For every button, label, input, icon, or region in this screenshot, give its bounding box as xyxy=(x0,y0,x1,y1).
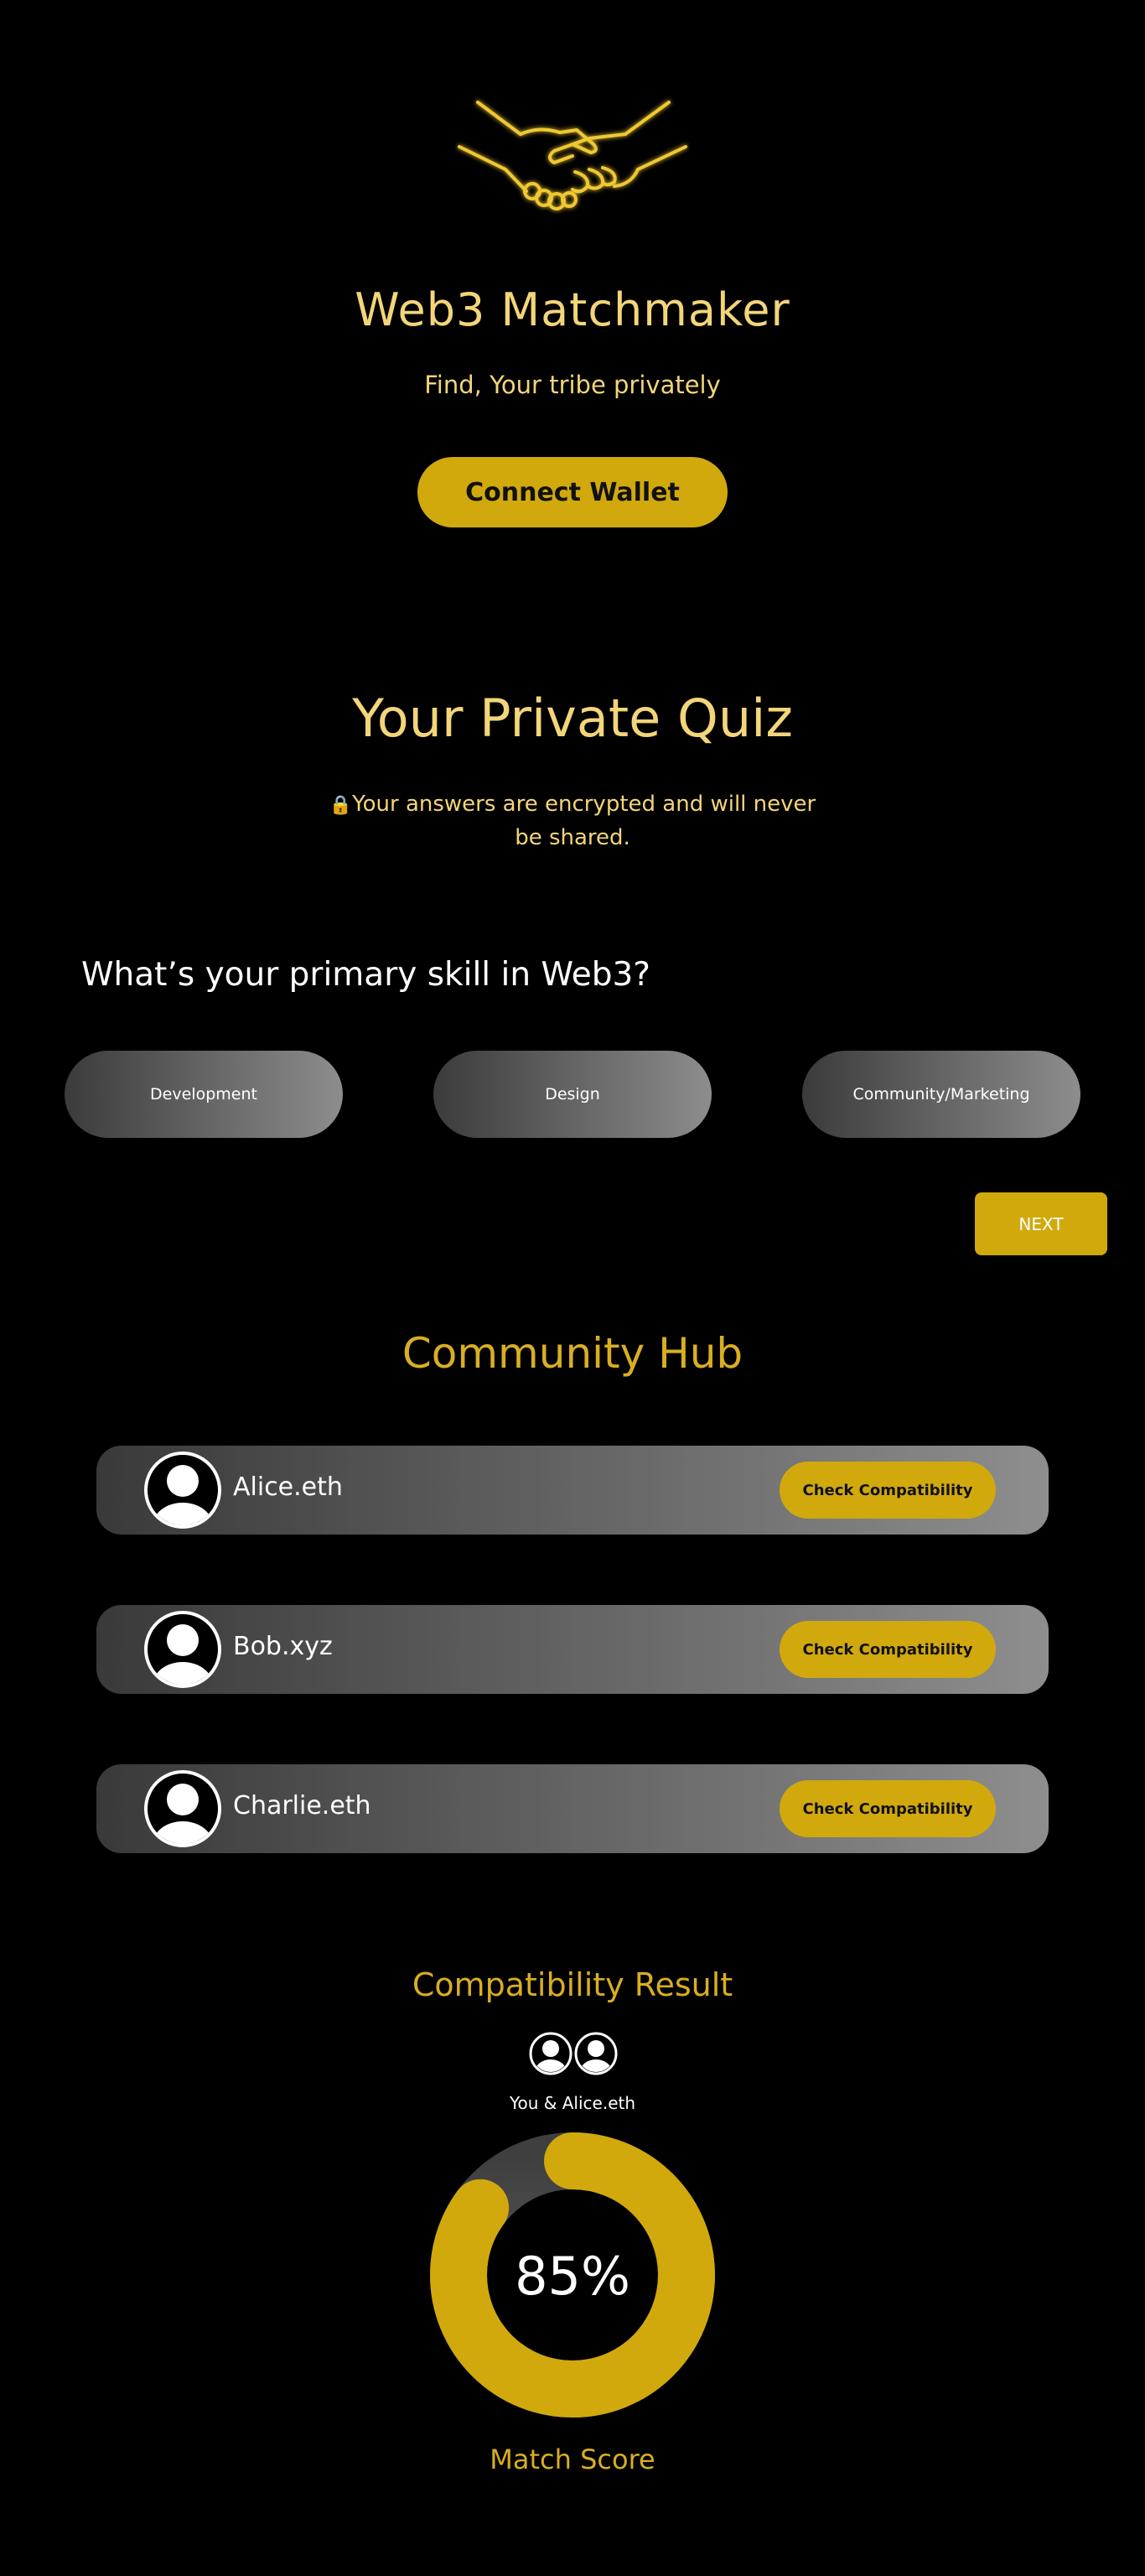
member-name: Bob.xyz xyxy=(233,1632,333,1661)
check-compatibility-button[interactable]: Check Compatibility xyxy=(780,1780,996,1837)
handshake-icon xyxy=(458,101,687,210)
match-score-label: Match Score xyxy=(490,2444,655,2475)
member-card-bob: Bob.xyz Check Compatibility xyxy=(96,1605,1049,1694)
result-title: Compatibility Result xyxy=(412,1966,733,2003)
check-compatibility-button[interactable]: Check Compatibility xyxy=(780,1462,996,1519)
option-development[interactable]: Development xyxy=(65,1051,343,1138)
community-hub-title: Community Hub xyxy=(402,1329,743,1378)
check-compatibility-button[interactable]: Check Compatibility xyxy=(780,1621,996,1678)
app-title: Web3 Matchmaker xyxy=(355,283,790,336)
member-card-alice: Alice.eth Check Compatibility xyxy=(96,1446,1049,1535)
privacy-note-text: Your answers are encrypted and will neve… xyxy=(352,792,816,850)
option-community-marketing[interactable]: Community/Marketing xyxy=(802,1051,1080,1138)
next-button[interactable]: NEXT xyxy=(975,1192,1107,1255)
avatar-icon xyxy=(529,2032,572,2075)
pair-avatars xyxy=(529,2032,618,2075)
avatar-icon xyxy=(144,1611,221,1688)
privacy-note: 🔒Your answers are encrypted and will nev… xyxy=(321,788,824,854)
quiz-question: What’s your primary skill in Web3? xyxy=(81,956,650,994)
member-name: Alice.eth xyxy=(233,1472,343,1502)
pair-label: You & Alice.eth xyxy=(509,2093,636,2113)
avatar-icon xyxy=(574,2032,618,2075)
connect-wallet-button[interactable]: Connect Wallet xyxy=(417,457,728,527)
score-value: 85% xyxy=(515,2246,630,2307)
member-name: Charlie.eth xyxy=(233,1791,371,1820)
avatar-icon xyxy=(144,1452,221,1529)
app-tagline: Find, Your tribe privately xyxy=(424,371,721,399)
avatar-icon xyxy=(144,1770,221,1847)
option-design[interactable]: Design xyxy=(433,1051,712,1138)
quiz-title: Your Private Quiz xyxy=(352,688,793,749)
member-card-charlie: Charlie.eth Check Compatibility xyxy=(96,1764,1049,1853)
lock-icon: 🔒 xyxy=(329,795,353,816)
